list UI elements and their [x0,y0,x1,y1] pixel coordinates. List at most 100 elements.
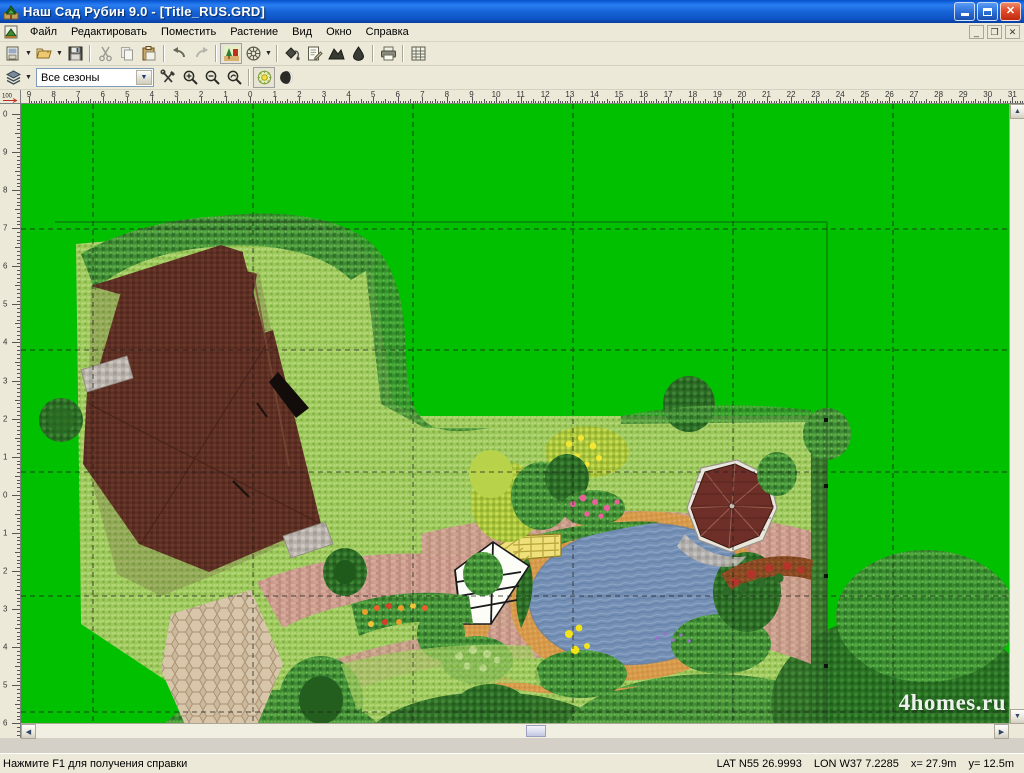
copy-icon[interactable] [116,43,138,64]
ruler-tick [1000,99,1001,103]
chevron-down-icon[interactable]: ▼ [136,70,152,85]
ruler-tick [17,521,20,522]
design-canvas[interactable] [21,104,1009,724]
menu-plant[interactable]: Растение [223,24,285,40]
scroll-left-button[interactable]: ◀ [21,724,36,739]
horizontal-ruler[interactable]: 9876543210123456789101112131415161718192… [21,90,1024,104]
mdi-minimize-button[interactable]: _ [969,25,984,39]
tools-icon[interactable] [157,67,179,88]
layers-dropdown-icon[interactable]: ▼ [24,67,33,88]
ruler-tick [961,101,962,104]
report-table-icon[interactable] [407,43,429,64]
restore-button[interactable] [977,2,998,21]
ruler-tick [472,97,473,103]
ruler-tick [17,594,20,595]
scroll-down-button[interactable]: ▼ [1010,709,1024,724]
ruler-tick [132,101,133,104]
open-folder-dropdown-icon[interactable]: ▼ [55,43,64,64]
print-icon[interactable] [377,43,399,64]
plant-wheel-dropdown-icon[interactable]: ▼ [264,43,273,64]
ruler-tick [17,415,20,416]
new-document-icon[interactable] [2,43,24,64]
save-icon[interactable] [64,43,86,64]
ruler-tick [90,99,91,103]
ruler-tick-label: 5 [3,681,7,690]
ruler-tick [572,101,573,104]
ruler-tick [621,101,622,104]
ruler-tick [747,101,748,104]
scroll-up-button[interactable]: ▲ [1010,104,1024,119]
ruler-tick [437,101,438,104]
open-folder-icon[interactable] [33,43,55,64]
ruler-tick [221,101,222,104]
menu-help[interactable]: Справка [359,24,416,40]
horizontal-scrollbar[interactable]: ◀ ▶ [21,723,1009,738]
zoom-in-icon[interactable] [179,67,201,88]
vertical-scrollbar[interactable]: ▲ ▼ [1009,104,1024,724]
mdi-restore-button[interactable]: ❐ [987,25,1002,39]
ruler-tick [17,499,20,500]
redo-icon[interactable] [190,43,212,64]
garden-app-icon [3,4,19,20]
ruler-tick [344,101,345,104]
ruler-tick [368,101,369,104]
horizontal-scroll-thumb[interactable] [526,725,546,737]
plant-wheel-icon[interactable] [242,43,264,64]
menu-place[interactable]: Поместить [154,24,223,40]
main-toolbar: ▼ ▼ [0,42,1024,66]
ruler-tick [626,101,627,104]
ruler-tick [17,392,20,393]
ruler-tick [194,101,195,104]
ruler-tick [17,240,20,241]
ruler-tick [127,97,128,103]
ruler-tick [405,101,406,104]
menu-view[interactable]: Вид [285,24,319,40]
ruler-tick [1012,97,1013,103]
ruler-tick [17,453,20,454]
ruler-tick [159,101,160,104]
zoom-out-icon[interactable] [201,67,223,88]
paste-icon[interactable] [138,43,160,64]
ruler-tick [17,373,20,374]
ruler-tick [612,101,613,104]
paint-bucket-icon[interactable] [281,43,303,64]
ruler-tick [673,101,674,104]
terrain-icon[interactable] [325,43,347,64]
ruler-tick [17,167,20,168]
cut-icon[interactable] [94,43,116,64]
ruler-tick [147,101,148,104]
ruler-tick [607,99,608,103]
ruler-tick [995,101,996,104]
menu-file[interactable]: Файл [23,24,64,40]
landscape-view-icon[interactable] [220,43,242,64]
zoom-region-icon[interactable] [223,67,245,88]
ruler-tick [432,101,433,104]
minimize-button[interactable] [954,2,975,21]
ruler-tick [948,101,949,104]
vertical-ruler[interactable]: 09876543210123456 [0,104,21,738]
ruler-tick [100,101,101,104]
ruler-tick [17,164,20,165]
ruler-tick [17,719,20,720]
ruler-tick [902,99,903,103]
ruler-tick [17,712,20,713]
water-drop-icon[interactable] [347,43,369,64]
menu-edit[interactable]: Редактировать [64,24,154,40]
ruler-tick [17,510,20,511]
menu-window[interactable]: Окно [319,24,359,40]
undo-icon[interactable] [168,43,190,64]
close-button[interactable]: ✕ [1000,2,1021,21]
season-select[interactable]: Все сезоны ▼ [36,68,154,87]
mdi-close-button[interactable]: ✕ [1005,25,1020,39]
scroll-right-button[interactable]: ▶ [994,724,1009,739]
ruler-tick [152,97,153,103]
ruler-tick [15,438,20,439]
ruler-tick [700,101,701,104]
edit-note-icon[interactable] [303,43,325,64]
new-document-dropdown-icon[interactable]: ▼ [24,43,33,64]
day-night-icon[interactable] [275,67,297,88]
ruler-tick [892,101,893,104]
sun-light-icon[interactable] [253,67,275,88]
layers-icon[interactable] [2,67,24,88]
ruler-tick [319,101,320,104]
